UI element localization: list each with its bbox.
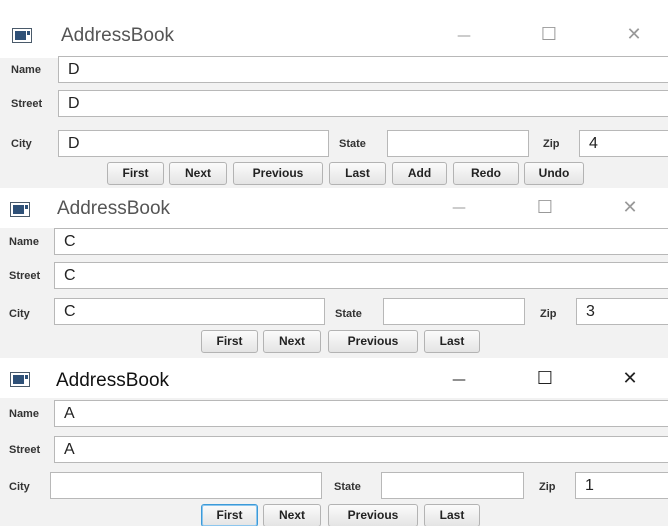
title-bar[interactable]: AddressBook — ☐ ✕ bbox=[0, 360, 668, 398]
street-label: Street bbox=[11, 98, 43, 110]
next-button[interactable]: Next bbox=[169, 162, 227, 185]
name-field[interactable]: A bbox=[54, 400, 668, 427]
zip-label: Zip bbox=[540, 308, 557, 320]
window-title: AddressBook bbox=[56, 370, 170, 391]
state-field[interactable] bbox=[387, 130, 529, 157]
close-icon[interactable]: ✕ bbox=[621, 25, 647, 45]
street-field[interactable]: D bbox=[58, 90, 668, 117]
zip-label: Zip bbox=[543, 138, 560, 150]
state-label: State bbox=[334, 481, 361, 493]
name-label: Name bbox=[9, 408, 39, 420]
city-label: City bbox=[9, 308, 30, 320]
title-bar[interactable]: AddressBook — ☐ ✕ bbox=[0, 12, 668, 58]
street-field[interactable]: C bbox=[54, 262, 668, 289]
next-button[interactable]: Next bbox=[263, 330, 321, 353]
window-app-icon bbox=[10, 372, 30, 387]
button-bar: First Next Previous Last Add Redo Undo bbox=[0, 159, 668, 188]
name-field[interactable]: D bbox=[58, 56, 668, 83]
minimize-icon[interactable]: — bbox=[446, 198, 472, 218]
add-button[interactable]: Add bbox=[392, 162, 447, 185]
minimize-icon[interactable]: — bbox=[446, 370, 472, 390]
redo-button[interactable]: Redo bbox=[453, 162, 519, 185]
city-label: City bbox=[9, 481, 30, 493]
zip-label: Zip bbox=[539, 481, 556, 493]
state-label: State bbox=[335, 308, 362, 320]
window-title: AddressBook bbox=[57, 198, 171, 219]
addressbook-window-2: AddressBook — ☐ ✕ Name C Street C City C… bbox=[0, 190, 668, 358]
zip-field[interactable]: 4 bbox=[579, 130, 668, 157]
name-label: Name bbox=[11, 64, 41, 76]
state-field[interactable] bbox=[381, 472, 524, 499]
close-icon[interactable]: ✕ bbox=[617, 369, 643, 389]
name-field[interactable]: C bbox=[54, 228, 668, 255]
window-app-icon bbox=[10, 202, 30, 217]
city-field[interactable]: C bbox=[54, 298, 325, 325]
close-icon[interactable]: ✕ bbox=[617, 198, 643, 218]
undo-button[interactable]: Undo bbox=[524, 162, 584, 185]
name-label: Name bbox=[9, 236, 39, 248]
street-field[interactable]: A bbox=[54, 436, 668, 463]
previous-button[interactable]: Previous bbox=[328, 504, 418, 526]
maximize-icon[interactable]: ☐ bbox=[532, 198, 558, 218]
state-label: State bbox=[339, 138, 366, 150]
last-button[interactable]: Last bbox=[424, 330, 480, 353]
previous-button[interactable]: Previous bbox=[328, 330, 418, 353]
addressbook-window-3: AddressBook — ☐ ✕ Name A Street A City S… bbox=[0, 360, 668, 526]
window-app-icon bbox=[12, 28, 32, 43]
title-bar[interactable]: AddressBook — ☐ ✕ bbox=[0, 190, 668, 228]
next-button[interactable]: Next bbox=[263, 504, 321, 526]
street-label: Street bbox=[9, 444, 41, 456]
street-label: Street bbox=[9, 270, 41, 282]
maximize-icon[interactable]: ☐ bbox=[536, 25, 562, 45]
minimize-icon[interactable]: — bbox=[451, 26, 477, 46]
last-button[interactable]: Last bbox=[424, 504, 480, 526]
last-button[interactable]: Last bbox=[329, 162, 386, 185]
window-title: AddressBook bbox=[61, 25, 175, 46]
first-button[interactable]: First bbox=[107, 162, 164, 185]
zip-field[interactable]: 3 bbox=[576, 298, 668, 325]
state-field[interactable] bbox=[383, 298, 525, 325]
button-bar: First Next Previous Last bbox=[0, 501, 668, 526]
zip-field[interactable]: 1 bbox=[575, 472, 668, 499]
first-button[interactable]: First bbox=[201, 330, 258, 353]
addressbook-window-1: AddressBook — ☐ ✕ Name D Street D City D… bbox=[0, 12, 668, 188]
maximize-icon[interactable]: ☐ bbox=[532, 369, 558, 389]
first-button[interactable]: First bbox=[201, 504, 258, 526]
city-field[interactable] bbox=[50, 472, 322, 499]
previous-button[interactable]: Previous bbox=[233, 162, 323, 185]
city-label: City bbox=[11, 138, 32, 150]
button-bar: First Next Previous Last bbox=[0, 327, 668, 358]
city-field[interactable]: D bbox=[58, 130, 329, 157]
